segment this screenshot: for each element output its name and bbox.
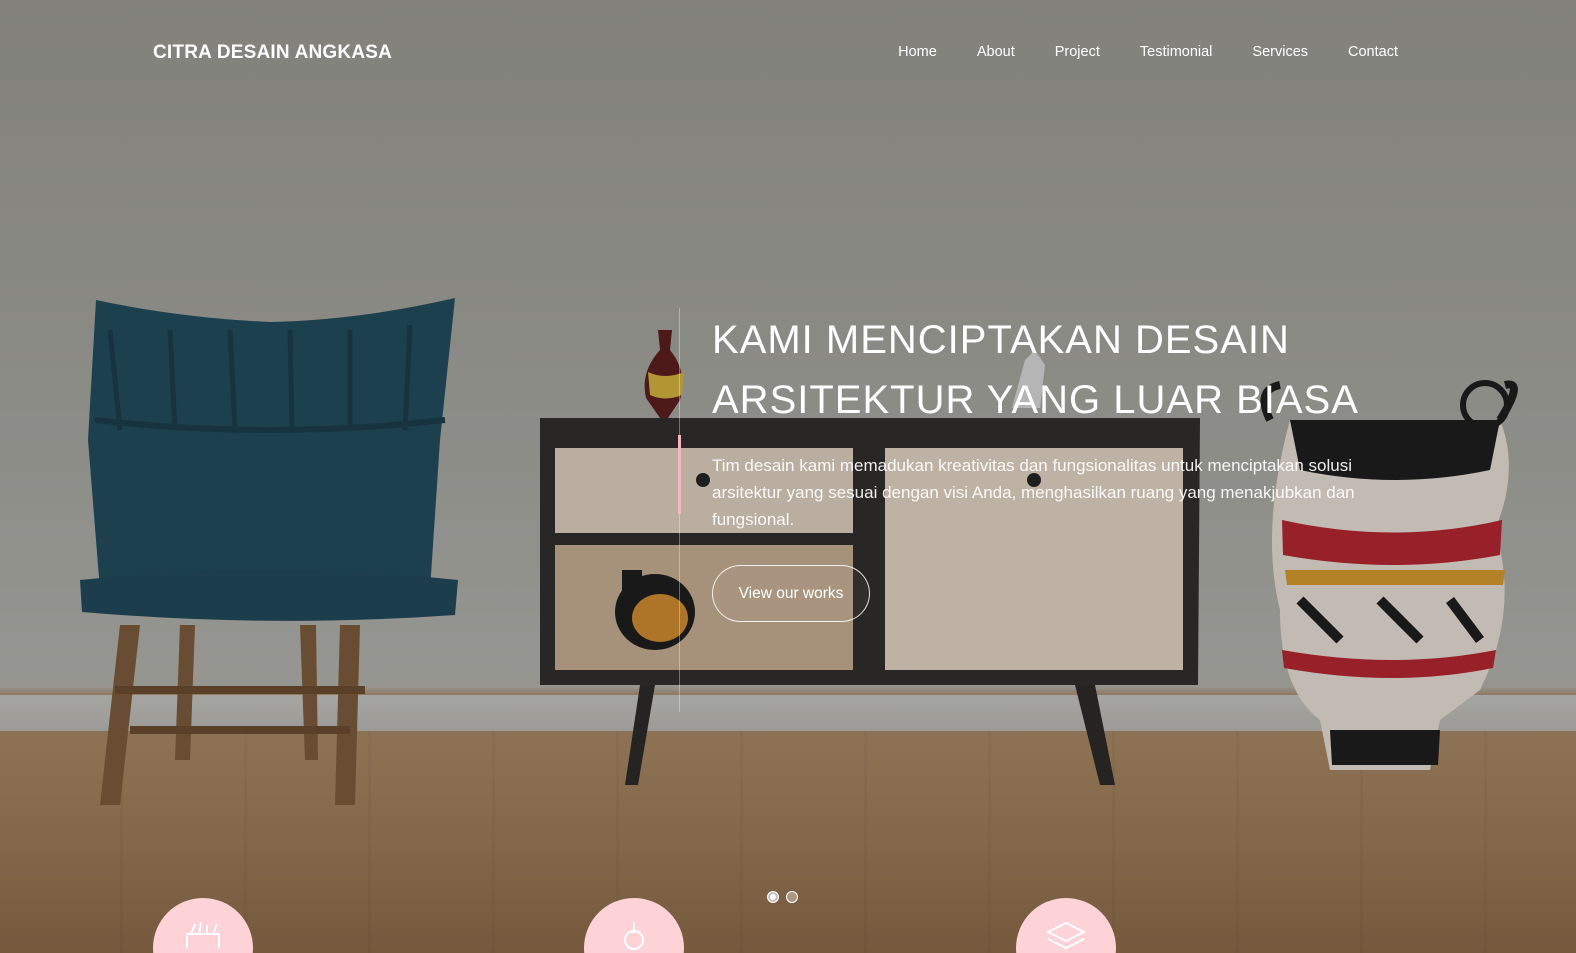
hero-lead-text: Tim desain kami memadukan kreativitas da…	[712, 456, 1355, 529]
brand-logo[interactable]: CITRA DESAIN ANGKASA	[153, 42, 392, 64]
nav-item-project[interactable]: Project	[1055, 44, 1100, 60]
slider-dot-2[interactable]	[786, 891, 798, 903]
main-nav: Home About Project Testimonial Services …	[898, 44, 1398, 60]
nav-item-services[interactable]: Services	[1252, 44, 1308, 60]
design-tools-icon	[186, 921, 220, 948]
slider-dot-1[interactable]	[767, 891, 779, 903]
hero-headline: KAMI MENCIPTAKAN DESAIN ARSITEKTUR YANG …	[712, 310, 1432, 430]
nav-item-testimonial[interactable]: Testimonial	[1140, 44, 1213, 60]
nav-item-contact[interactable]: Contact	[1348, 44, 1398, 60]
nav-item-home[interactable]: Home	[898, 44, 937, 60]
layers-icon	[1046, 921, 1086, 950]
hero-section: CITRA DESAIN ANGKASA Home About Project …	[0, 0, 1576, 953]
view-works-button[interactable]: View our works	[712, 565, 870, 622]
hero-headline-line1: KAMI MENCIPTAKAN DESAIN	[712, 318, 1290, 362]
slider-dots	[767, 891, 798, 903]
lightbulb-icon	[624, 922, 644, 950]
hero-headline-line2: ARSITEKTUR YANG LUAR BIASA	[712, 378, 1359, 422]
hero-accent-bar	[678, 435, 681, 514]
nav-item-about[interactable]: About	[977, 44, 1015, 60]
